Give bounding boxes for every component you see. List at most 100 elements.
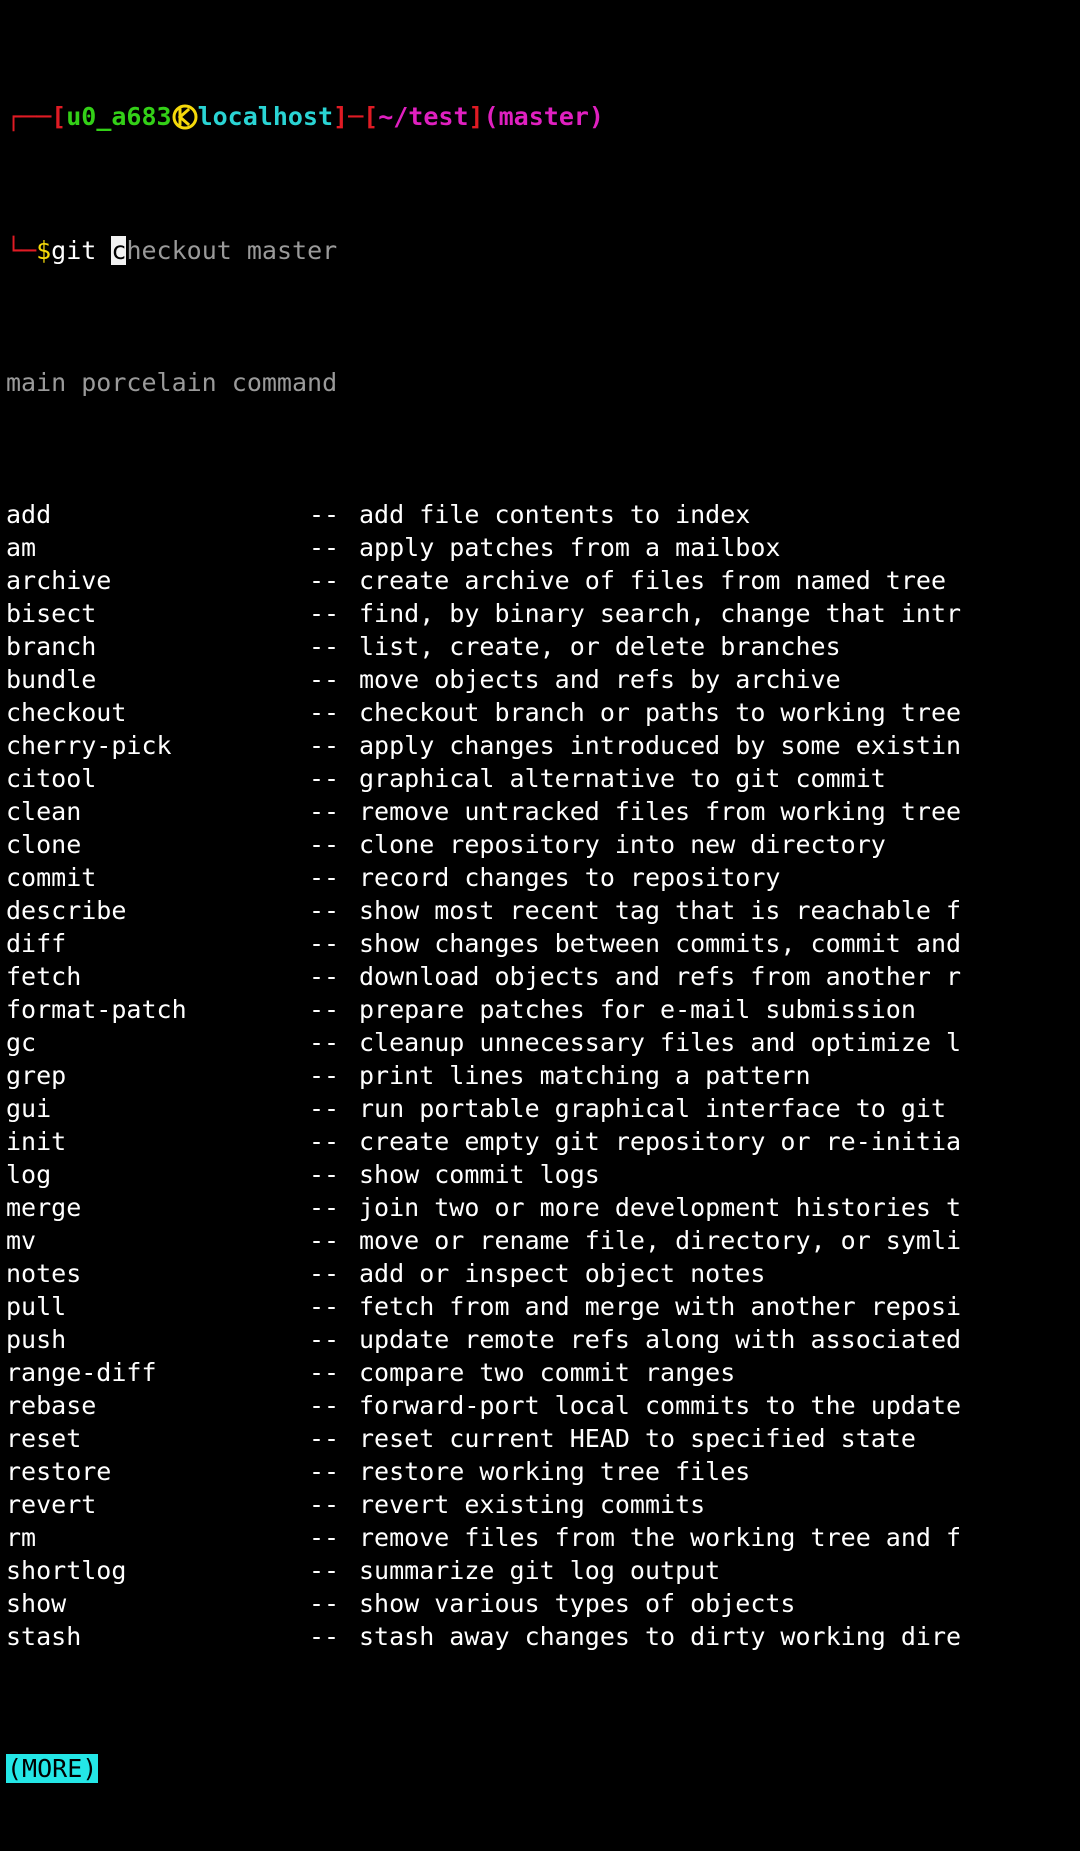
completion-item[interactable]: checkout -- checkout branch or paths to wo… xyxy=(0,696,1080,729)
completion-item[interactable]: shortlog -- summarize git log output xyxy=(0,1554,1080,1587)
completion-item-name[interactable]: push xyxy=(6,1323,309,1356)
completion-item[interactable]: clean -- remove untracked files from worki… xyxy=(0,795,1080,828)
completion-item-separator: -- xyxy=(309,1358,340,1387)
completion-command-list[interactable]: add -- add file contents to index am -- apply… xyxy=(0,498,1080,1653)
command-suggestion-text: heckout master xyxy=(126,236,338,265)
completion-item[interactable]: grep -- print lines matching a pattern xyxy=(0,1059,1080,1092)
completion-item-name[interactable]: diff xyxy=(6,927,309,960)
completion-item-name[interactable]: gc xyxy=(6,1026,309,1059)
more-indicator[interactable]: (MORE) xyxy=(6,1754,99,1783)
completion-item[interactable]: branch -- list, create, or delete branches xyxy=(0,630,1080,663)
completion-item[interactable]: gc -- cleanup unnecessary files and optimi… xyxy=(0,1026,1080,1059)
completion-item[interactable]: rebase -- forward-port local commits to th… xyxy=(0,1389,1080,1422)
completion-item-name[interactable]: gui xyxy=(6,1092,309,1125)
completion-item-name[interactable]: add xyxy=(6,498,309,531)
completion-item-name[interactable]: notes xyxy=(6,1257,309,1290)
completion-item-description: show various types of objects xyxy=(359,1589,796,1618)
completion-item-name[interactable]: describe xyxy=(6,894,309,927)
terminal-screen[interactable]: ┌──[u0_a683 localhost]─[~/test](master) └… xyxy=(0,0,1080,1783)
completion-item-description: compare two commit ranges xyxy=(359,1358,736,1387)
completion-item[interactable]: archive -- create archive of files from na… xyxy=(0,564,1080,597)
completion-item-separator: -- xyxy=(309,1457,340,1486)
completion-item[interactable]: commit -- record changes to repository xyxy=(0,861,1080,894)
completion-item-name[interactable]: range-diff xyxy=(6,1356,309,1389)
completion-item[interactable]: cherry-pick -- apply changes introduced by… xyxy=(0,729,1080,762)
completion-item-description: move or rename file, directory, or symli xyxy=(359,1226,962,1255)
completion-item-name[interactable]: format-patch xyxy=(6,993,309,1026)
completion-item[interactable]: am -- apply patches from a mailbox xyxy=(0,531,1080,564)
completion-item[interactable]: merge -- join two or more development hist… xyxy=(0,1191,1080,1224)
completion-item[interactable]: bundle -- move objects and refs by archive xyxy=(0,663,1080,696)
completion-item-name[interactable]: shortlog xyxy=(6,1554,309,1587)
completion-item-separator: -- xyxy=(309,599,340,628)
completion-item-description: join two or more development histories t xyxy=(359,1193,962,1222)
completion-item-name[interactable]: restore xyxy=(6,1455,309,1488)
completion-item-name[interactable]: checkout xyxy=(6,696,309,729)
completion-item[interactable]: fetch -- download objects and refs from an… xyxy=(0,960,1080,993)
completion-item[interactable]: rm -- remove files from the working tree a… xyxy=(0,1521,1080,1554)
completion-item-name[interactable]: branch xyxy=(6,630,309,663)
completion-item-separator: -- xyxy=(309,1325,340,1354)
completion-item[interactable]: format-patch -- prepare patches for e-mail… xyxy=(0,993,1080,1026)
completion-item-name[interactable]: merge xyxy=(6,1191,309,1224)
completion-item[interactable]: reset -- reset current HEAD to specified s… xyxy=(0,1422,1080,1455)
completion-item[interactable]: gui -- run portable graphical interface to… xyxy=(0,1092,1080,1125)
completion-item-name[interactable]: rm xyxy=(6,1521,309,1554)
completion-item-name[interactable]: show xyxy=(6,1587,309,1620)
completion-item-name[interactable]: pull xyxy=(6,1290,309,1323)
completion-item[interactable]: restore -- restore working tree files xyxy=(0,1455,1080,1488)
completion-item[interactable]: log -- show commit logs xyxy=(0,1158,1080,1191)
completion-item-name[interactable]: clean xyxy=(6,795,309,828)
completion-item[interactable]: range-diff -- compare two commit ranges xyxy=(0,1356,1080,1389)
completion-item[interactable]: pull -- fetch from and merge with another … xyxy=(0,1290,1080,1323)
completion-item[interactable]: revert -- revert existing commits xyxy=(0,1488,1080,1521)
completion-item-name[interactable]: reset xyxy=(6,1422,309,1455)
completion-item-name[interactable]: clone xyxy=(6,828,309,861)
completion-item-name[interactable]: init xyxy=(6,1125,309,1158)
completion-item-separator: -- xyxy=(309,698,340,727)
completion-item-separator: -- xyxy=(309,797,340,826)
completion-item[interactable]: describe -- show most recent tag that is r… xyxy=(0,894,1080,927)
completion-item-name[interactable]: rebase xyxy=(6,1389,309,1422)
completion-item-description: add file contents to index xyxy=(359,500,751,529)
completion-item[interactable]: add -- add file contents to index xyxy=(0,498,1080,531)
completion-item-name[interactable]: mv xyxy=(6,1224,309,1257)
completion-item-name[interactable]: revert xyxy=(6,1488,309,1521)
completion-item[interactable]: diff -- show changes between commits, comm… xyxy=(0,927,1080,960)
prompt-path-close: ] xyxy=(468,102,484,131)
completion-item[interactable]: push -- update remote refs along with asso… xyxy=(0,1323,1080,1356)
completion-item-separator: -- xyxy=(309,1127,340,1156)
completion-item-name[interactable]: log xyxy=(6,1158,309,1191)
completion-item-name[interactable]: archive xyxy=(6,564,309,597)
completion-item-name[interactable]: grep xyxy=(6,1059,309,1092)
text-cursor[interactable]: c xyxy=(111,236,127,265)
completion-item[interactable]: show -- show various types of objects xyxy=(0,1587,1080,1620)
completion-item-separator: -- xyxy=(309,1028,340,1057)
completion-item-separator: -- xyxy=(309,764,340,793)
completion-item-name[interactable]: commit xyxy=(6,861,309,894)
more-indicator-line[interactable]: (MORE) xyxy=(0,1752,1080,1785)
completion-item-name[interactable]: am xyxy=(6,531,309,564)
completion-item-separator: -- xyxy=(309,500,340,529)
completion-item[interactable]: notes -- add or inspect object notes xyxy=(0,1257,1080,1290)
completion-item-description: add or inspect object notes xyxy=(359,1259,766,1288)
completion-item-description: record changes to repository xyxy=(359,863,781,892)
completion-item-name[interactable]: stash xyxy=(6,1620,309,1653)
completion-item-name[interactable]: bundle xyxy=(6,663,309,696)
completion-item-separator: -- xyxy=(309,1523,340,1552)
completion-item[interactable]: clone -- clone repository into new directo… xyxy=(0,828,1080,861)
completion-item-separator: -- xyxy=(309,632,340,661)
completion-item-name[interactable]: cherry-pick xyxy=(6,729,309,762)
completion-item[interactable]: stash -- stash away changes to dirty worki… xyxy=(0,1620,1080,1653)
completion-item[interactable]: init -- create empty git repository or re-… xyxy=(0,1125,1080,1158)
completion-item-description: stash away changes to dirty working dire xyxy=(359,1622,962,1651)
completion-item[interactable]: bisect -- find, by binary search, change t… xyxy=(0,597,1080,630)
completion-item-name[interactable]: citool xyxy=(6,762,309,795)
completion-group-label: main porcelain command xyxy=(6,368,338,397)
completion-item[interactable]: citool -- graphical alternative to git com… xyxy=(0,762,1080,795)
completion-item-separator: -- xyxy=(309,1259,340,1288)
prompt-line-input[interactable]: └─$git checkout master xyxy=(0,234,1080,268)
completion-item-name[interactable]: bisect xyxy=(6,597,309,630)
completion-item[interactable]: mv -- move or rename file, directory, or s… xyxy=(0,1224,1080,1257)
completion-item-name[interactable]: fetch xyxy=(6,960,309,993)
